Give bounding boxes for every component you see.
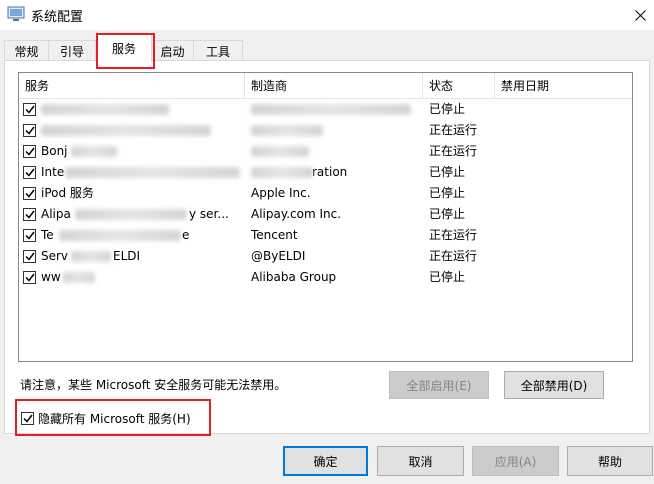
tab-label: 常规 (14, 44, 39, 59)
table-row[interactable]: Alipa y ser... Alipay.com Inc. 已停止 (19, 204, 632, 225)
microsoft-services-note: 请注意，某些 Microsoft 安全服务可能无法禁用。 (20, 378, 287, 392)
service-status: 已停止 (429, 207, 466, 221)
redacted-blur (251, 146, 309, 157)
column-header-status[interactable]: 状态 (423, 73, 495, 99)
service-checkbox[interactable] (23, 229, 36, 242)
tab-tools[interactable]: 工具 (193, 40, 243, 61)
checkmark-icon (24, 273, 35, 282)
service-status: 正在运行 (429, 249, 478, 263)
tab-label: 启动 (160, 44, 185, 59)
table-row[interactable]: 正在运行 (19, 120, 632, 141)
help-button[interactable]: 帮助 (567, 446, 653, 476)
service-status: 正在运行 (429, 228, 478, 242)
service-status: 已停止 (429, 186, 466, 200)
button-label: 全部禁用(D) (520, 378, 588, 393)
disable-all-button[interactable]: 全部禁用(D) (504, 371, 604, 399)
close-button[interactable] (626, 0, 654, 30)
service-checkbox[interactable] (23, 124, 36, 137)
redacted-blur (71, 251, 111, 262)
services-tab-highlight-box (96, 33, 155, 69)
service-name-tail: y ser... (189, 207, 229, 221)
service-checkbox[interactable] (23, 271, 36, 284)
redacted-blur (63, 272, 95, 283)
button-label: 帮助 (597, 454, 622, 469)
table-row[interactable]: Bonj 正在运行 (19, 141, 632, 162)
service-manufacturer: Alipay.com Inc. (251, 207, 342, 221)
apply-button[interactable]: 应用(A) (472, 446, 559, 476)
list-header: 服务 制造商 状态 禁用日期 (19, 73, 632, 99)
service-name: iPod 服务 (41, 186, 94, 200)
tab-boot[interactable]: 引导 (48, 40, 96, 61)
column-header-service[interactable]: 服务 (19, 73, 245, 99)
table-row[interactable]: iPod 服务 Apple Inc. 已停止 (19, 183, 632, 204)
button-label: 取消 (408, 454, 433, 469)
window-title: 系统配置 (31, 10, 84, 25)
service-status: 正在运行 (429, 123, 478, 137)
hide-ms-highlight-box (15, 399, 211, 436)
ok-button[interactable]: 确定 (283, 446, 368, 476)
redacted-blur (65, 167, 240, 178)
tab-label: 工具 (205, 44, 230, 59)
tab-label: 引导 (59, 44, 84, 59)
enable-all-button[interactable]: 全部启用(E) (389, 371, 489, 399)
redacted-blur (41, 104, 169, 115)
service-checkbox[interactable] (23, 208, 36, 221)
tab-general[interactable]: 常规 (4, 40, 49, 61)
redacted-blur (251, 167, 313, 178)
services-list[interactable]: 服务 制造商 状态 禁用日期 已停止 正在运行 Bonj 正在运行 Inte r… (18, 72, 633, 362)
checkmark-icon (24, 126, 35, 135)
button-label: 应用(A) (494, 454, 537, 469)
checkmark-icon (24, 231, 35, 240)
column-header-disable-date[interactable]: 禁用日期 (495, 73, 632, 99)
table-row[interactable]: Te e Tencent 正在运行 (19, 225, 632, 246)
service-status: 已停止 (429, 165, 466, 179)
redacted-blur (75, 209, 187, 220)
button-label: 全部启用(E) (406, 378, 472, 393)
redacted-blur (251, 125, 323, 136)
table-row[interactable]: Inte ration 已停止 (19, 162, 632, 183)
list-body: 已停止 正在运行 Bonj 正在运行 Inte ration 已停止 iPod … (19, 99, 632, 288)
service-manufacturer: Apple Inc. (251, 186, 311, 200)
table-row[interactable]: ww Alibaba Group 已停止 (19, 267, 632, 288)
redacted-blur (59, 230, 181, 241)
button-label: 确定 (313, 454, 338, 469)
service-checkbox[interactable] (23, 145, 36, 158)
service-checkbox[interactable] (23, 250, 36, 263)
checkmark-icon (24, 189, 35, 198)
table-row[interactable]: Serv ELDI @ByELDI 正在运行 (19, 246, 632, 267)
tab-startup[interactable]: 启动 (151, 40, 194, 61)
table-row[interactable]: 已停止 (19, 99, 632, 120)
service-manufacturer: Alibaba Group (251, 270, 337, 284)
close-icon (634, 9, 646, 21)
service-name-tail: ELDI (113, 249, 141, 263)
service-name-tail: e (182, 228, 190, 242)
cancel-button[interactable]: 取消 (377, 446, 464, 476)
checkmark-icon (24, 147, 35, 156)
system-config-app-icon (7, 6, 25, 21)
checkmark-icon (24, 168, 35, 177)
service-status: 已停止 (429, 270, 466, 284)
checkmark-icon (24, 252, 35, 261)
title-bar: 系统配置 (0, 0, 654, 30)
service-status: 正在运行 (429, 144, 478, 158)
service-status: 已停止 (429, 102, 466, 116)
redacted-blur (41, 125, 211, 136)
redacted-blur (251, 104, 411, 115)
service-checkbox[interactable] (23, 187, 36, 200)
service-checkbox[interactable] (23, 166, 36, 179)
redacted-blur (71, 146, 117, 157)
service-manufacturer: @ByELDI (251, 249, 306, 263)
column-header-manufacturer[interactable]: 制造商 (245, 73, 423, 99)
checkmark-icon (24, 210, 35, 219)
service-manufacturer: Tencent (251, 228, 298, 242)
checkmark-icon (24, 105, 35, 114)
service-checkbox[interactable] (23, 103, 36, 116)
